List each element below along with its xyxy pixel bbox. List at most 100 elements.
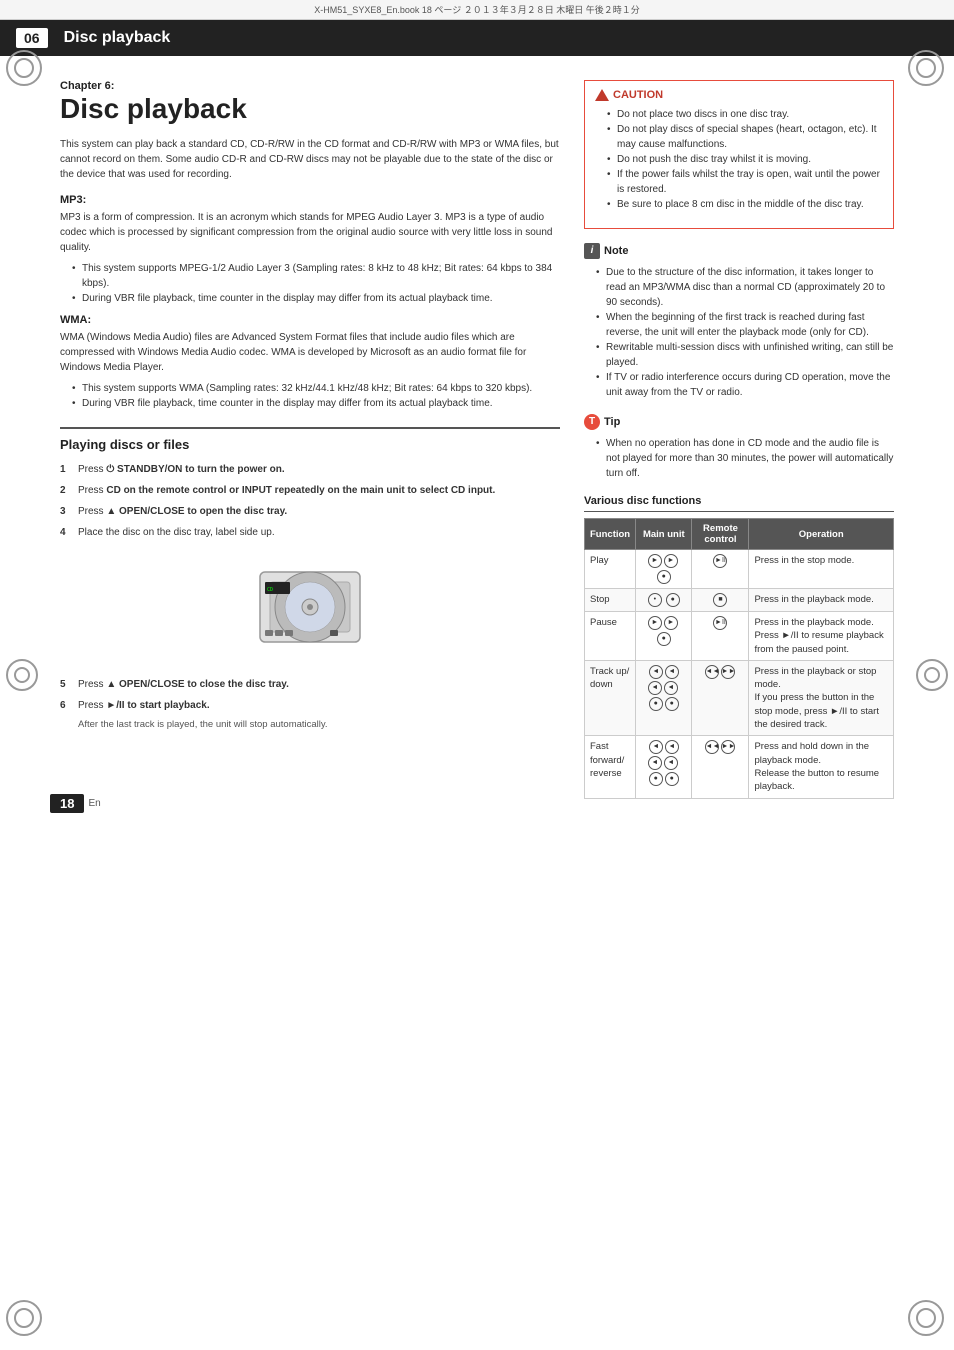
pause-remote-icon: ►II <box>713 616 727 630</box>
caution-triangle-icon <box>595 89 609 101</box>
fast-main-icon2: ◄ <box>665 740 679 754</box>
step-3: 3 Press ▲ OPEN/CLOSE to open the disc tr… <box>60 504 560 519</box>
step-2: 2 Press CD on the remote control or INPU… <box>60 483 560 498</box>
track-main-icon2: ◄ <box>665 665 679 679</box>
page-language: En <box>88 798 100 809</box>
wma-bullet-2: During VBR file playback, time counter i… <box>72 396 560 411</box>
play-remote-icon: ►II <box>713 554 727 568</box>
note-bullet-3: Rewritable multi-session discs with unfi… <box>596 340 894 370</box>
fast-remote-icon2: ►► <box>721 740 735 754</box>
track-remote-icon1: ◄◄ <box>705 665 719 679</box>
track-main-icon5: ● <box>649 697 663 711</box>
left-column: Chapter 6: Disc playback This system can… <box>60 80 560 799</box>
wma-text: WMA (Windows Media Audio) files are Adva… <box>60 330 560 375</box>
mp3-bullet-2: During VBR file playback, time counter i… <box>72 291 560 306</box>
cell-stop-remote: ■ <box>692 589 749 612</box>
cell-fast-remote: ◄◄ ►► <box>692 736 749 798</box>
cell-fast-function: Fastforward/reverse <box>585 736 636 798</box>
tip-box: T Tip When no operation has done in CD m… <box>584 414 894 481</box>
disc-functions-table: Function Main unit Remote control Operat… <box>584 518 894 799</box>
header-title: Disc playback <box>64 29 171 47</box>
cell-play-function: Play <box>585 550 636 589</box>
track-main-icon1: ◄ <box>649 665 663 679</box>
fast-main-icon5: ● <box>649 772 663 786</box>
note-bullets: Due to the structure of the disc informa… <box>584 265 894 400</box>
table-row-track: Track up/down ◄ ◄ ◄ ◄ ● ● <box>585 660 894 735</box>
caution-bullet-4: If the power fails whilst the tray is op… <box>607 167 883 197</box>
tip-bullets: When no operation has done in CD mode an… <box>584 436 894 481</box>
playing-section-title: Playing discs or files <box>60 427 560 452</box>
step-5: 5 Press ▲ OPEN/CLOSE to close the disc t… <box>60 677 560 692</box>
step-6: 6 Press ►/II to start playback. <box>60 698 560 713</box>
chapter-number: 06 <box>16 28 48 48</box>
track-main-icon3: ◄ <box>648 681 662 695</box>
stop-remote-icon: ■ <box>713 593 727 607</box>
cell-stop-op: Press in the playback mode. <box>749 589 894 612</box>
table-section: Various disc functions Function Main uni… <box>584 495 894 799</box>
right-column: CAUTION Do not place two discs in one di… <box>584 80 894 799</box>
cell-pause-op: Press in the playback mode.Press ►/II to… <box>749 612 894 661</box>
fast-main-icon1: ◄ <box>649 740 663 754</box>
cell-pause-remote: ►II <box>692 612 749 661</box>
col-remote: Remote control <box>692 519 749 550</box>
stop-main-icon2: ● <box>666 593 680 607</box>
caution-bullet-2: Do not play discs of special shapes (hea… <box>607 122 883 152</box>
col-main-unit: Main unit <box>636 519 692 550</box>
cell-play-remote: ►II <box>692 550 749 589</box>
mp3-bullet-1: This system supports MPEG-1/2 Audio Laye… <box>72 261 560 291</box>
fast-main-icon3: ◄ <box>648 756 662 770</box>
chapter-label: Chapter 6: <box>60 80 560 92</box>
caution-box: CAUTION Do not place two discs in one di… <box>584 80 894 229</box>
caution-title: CAUTION <box>595 89 883 101</box>
note-title: i Note <box>584 243 894 259</box>
pause-main-icon2: ► <box>664 616 678 630</box>
pause-main-icon1: ► <box>648 616 662 630</box>
caution-bullet-3: Do not push the disc tray whilst it is m… <box>607 152 883 167</box>
cell-stop-main: • ● <box>636 589 692 612</box>
table-row-play: Play ► ► ● ►I <box>585 550 894 589</box>
fast-remote-icon1: ◄◄ <box>705 740 719 754</box>
cell-track-main: ◄ ◄ ◄ ◄ ● ● <box>636 660 692 735</box>
cell-fast-op: Press and hold down in the playback mode… <box>749 736 894 798</box>
table-title: Various disc functions <box>584 495 894 512</box>
page-number: 18 <box>50 794 84 813</box>
note-bullet-4: If TV or radio interference occurs durin… <box>596 370 894 400</box>
cell-track-op: Press in the playback or stop mode.If yo… <box>749 660 894 735</box>
play-main-icon3: ● <box>657 570 671 584</box>
pause-main-icon3: ● <box>657 632 671 646</box>
tip-title: T Tip <box>584 414 894 430</box>
corner-decoration-bl <box>6 1300 46 1340</box>
main-content: Chapter 6: Disc playback This system can… <box>0 56 954 823</box>
track-main-icon4: ◄ <box>664 681 678 695</box>
table-row-stop: Stop • ● ■ <box>585 589 894 612</box>
stop-main-icon1: • <box>648 593 662 607</box>
mp3-bullets: This system supports MPEG-1/2 Audio Laye… <box>60 261 560 306</box>
intro-text: This system can play back a standard CD,… <box>60 137 560 182</box>
step-1: 1 Press ⏻ STANDBY/ON to turn the power o… <box>60 462 560 477</box>
wma-heading: WMA: <box>60 314 560 326</box>
mp3-text: MP3 is a form of compression. It is an a… <box>60 210 560 255</box>
mp3-heading: MP3: <box>60 194 560 206</box>
svg-text:CD: CD <box>267 587 273 593</box>
table-row-pause: Pause ► ► ● ► <box>585 612 894 661</box>
play-main-icon2: ► <box>664 554 678 568</box>
step-4: 4 Place the disc on the disc tray, label… <box>60 525 560 540</box>
page-number-bar: 18 En <box>50 794 101 813</box>
cell-play-main: ► ► ● <box>636 550 692 589</box>
wma-bullets: This system supports WMA (Sampling rates… <box>60 381 560 411</box>
play-main-icon1: ► <box>648 554 662 568</box>
disc-image: CD <box>60 552 560 665</box>
caution-bullet-1: Do not place two discs in one disc tray. <box>607 107 883 122</box>
corner-decoration-br <box>908 1300 948 1340</box>
cell-pause-main: ► ► ● <box>636 612 692 661</box>
caution-bullets: Do not place two discs in one disc tray.… <box>595 107 883 212</box>
cell-play-op: Press in the stop mode. <box>749 550 894 589</box>
cell-track-remote: ◄◄ ►► <box>692 660 749 735</box>
header-bar: 06 Disc playback <box>0 20 954 56</box>
cell-track-function: Track up/down <box>585 660 636 735</box>
cell-stop-function: Stop <box>585 589 636 612</box>
chapter-title: Disc playback <box>60 94 560 125</box>
col-function: Function <box>585 519 636 550</box>
note-icon: i <box>584 243 600 259</box>
wma-bullet-1: This system supports WMA (Sampling rates… <box>72 381 560 396</box>
